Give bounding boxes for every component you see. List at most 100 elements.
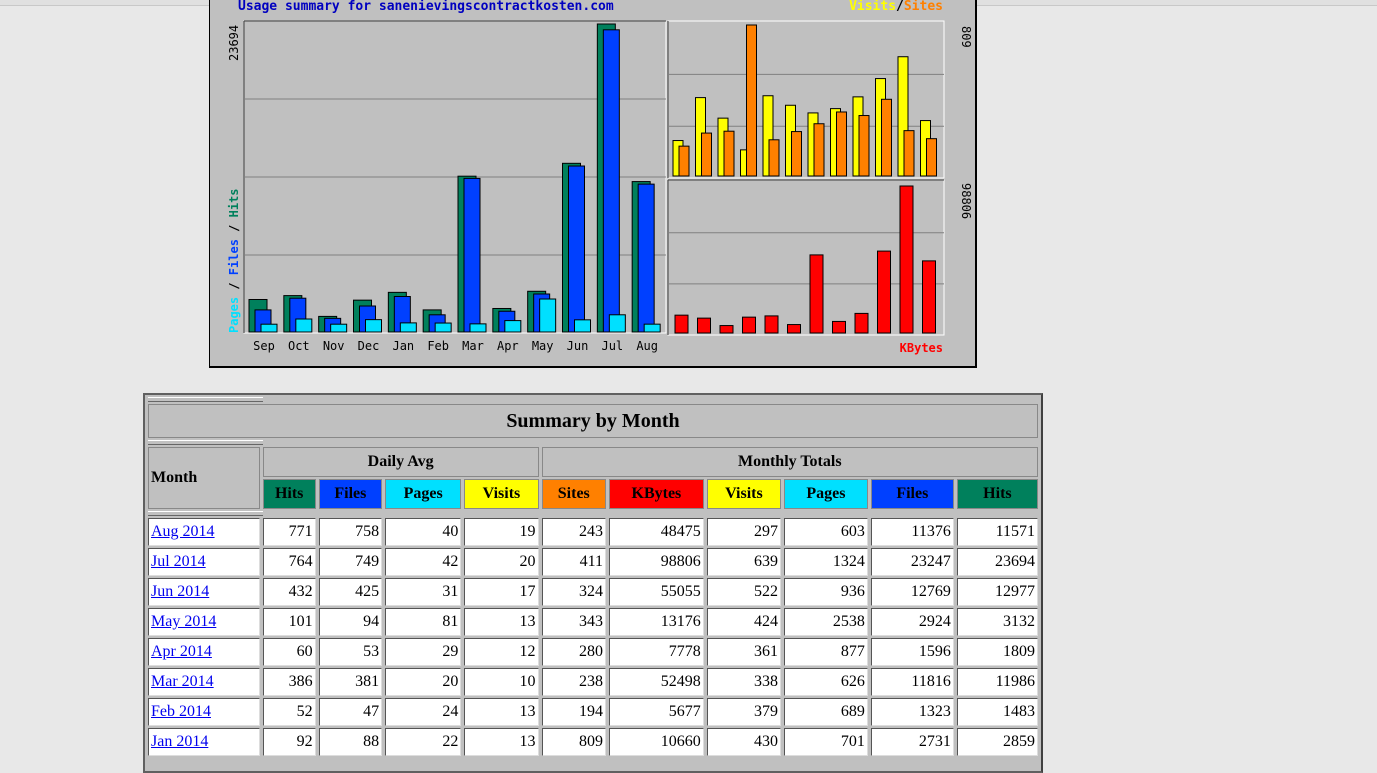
value-cell: 379 — [706, 698, 782, 726]
value-cell: 24 — [385, 698, 462, 726]
value-cell: 2538 — [784, 608, 868, 636]
month-link[interactable]: Jun 2014 — [151, 583, 209, 600]
month-link[interactable]: Aug 2014 — [151, 523, 215, 540]
value-cell: 12977 — [956, 578, 1038, 606]
value-cell: 749 — [318, 548, 383, 576]
value-cell: 19 — [464, 518, 539, 546]
usage-chart-svg: Usage summary for sanenievingscontractko… — [227, 0, 973, 355]
x-tick-label: Nov — [323, 339, 345, 353]
value-cell: 11376 — [870, 518, 954, 546]
summary-by-month-table: Summary by Month Month Daily Avg Monthly… — [145, 395, 1041, 758]
value-cell: 31 — [385, 578, 462, 606]
x-tick-label: Jun — [567, 339, 589, 353]
value-cell: 430 — [706, 728, 782, 756]
value-cell: 280 — [541, 638, 606, 666]
table-row: Jan 2014 92 88 22 13 809 10660 430 701 2731 2859 — [148, 728, 1038, 756]
bar-pages — [365, 319, 382, 333]
value-cell: 324 — [541, 578, 606, 606]
bar-kbytes — [809, 254, 824, 334]
legend-separator: / — [227, 275, 241, 297]
bar-kbytes — [719, 325, 734, 334]
monthly-files-header: Files — [870, 479, 954, 509]
monthly-pages-header: Pages — [784, 479, 868, 509]
value-cell: 771 — [262, 518, 316, 546]
chart-title: Usage summary for sanenievingscontractko… — [238, 0, 614, 14]
bar-sites — [836, 111, 847, 177]
bar-kbytes — [697, 317, 711, 334]
table-row: Apr 2014 60 53 29 12 280 7778 361 877 1596 1809 — [148, 638, 1038, 666]
month-cell: Feb 2014 — [148, 698, 260, 726]
value-cell: 17 — [464, 578, 539, 606]
value-cell: 2731 — [870, 728, 954, 756]
legend-separator: / — [227, 217, 241, 239]
table-row: Jun 2014 432 425 31 17 324 55055 522 936 12769 129… — [148, 578, 1038, 606]
bar-sites — [881, 98, 892, 177]
value-cell: 639 — [706, 548, 782, 576]
value-cell: 386 — [262, 668, 316, 696]
value-cell: 11816 — [870, 668, 954, 696]
bar-sites — [813, 123, 825, 177]
value-cell: 81 — [385, 608, 462, 636]
value-cell: 1323 — [870, 698, 954, 726]
bar-sites — [858, 115, 870, 177]
month-link[interactable]: Feb 2014 — [151, 703, 211, 720]
value-cell: 92 — [262, 728, 316, 756]
bar-files — [637, 183, 655, 333]
value-cell: 701 — [784, 728, 868, 756]
value-cell: 52 — [262, 698, 316, 726]
value-cell: 11986 — [956, 668, 1038, 696]
value-cell: 94 — [318, 608, 383, 636]
table-row: Jul 2014 764 749 42 20 411 98806 639 1324 23247 23… — [148, 548, 1038, 576]
bar-sites — [903, 130, 915, 177]
value-cell: 60 — [262, 638, 316, 666]
month-link[interactable]: Jul 2014 — [151, 553, 206, 570]
value-cell: 48475 — [609, 518, 704, 546]
x-tick-label: Aug — [636, 339, 658, 353]
month-link[interactable]: Jan 2014 — [151, 733, 208, 750]
bar-pages — [260, 323, 278, 333]
value-cell: 1809 — [956, 638, 1038, 666]
bar-files — [602, 29, 620, 333]
bar-kbytes — [674, 314, 689, 334]
value-cell: 194 — [541, 698, 606, 726]
table-separator — [148, 397, 1038, 402]
value-cell: 13 — [464, 608, 539, 636]
month-link[interactable]: Apr 2014 — [151, 643, 212, 660]
month-column-header: Month — [148, 447, 260, 509]
value-cell: 338 — [706, 668, 782, 696]
usage-chart: Usage summary for sanenievingscontractko… — [209, 0, 977, 368]
bar-sites — [791, 131, 802, 177]
bar-pages — [574, 319, 591, 333]
table-separator — [148, 440, 1038, 445]
visits-sites-legend: Visits/Sites — [849, 0, 943, 14]
daily-hits-header: Hits — [262, 479, 316, 509]
legend-visits: Visits — [849, 0, 896, 14]
value-cell: 424 — [706, 608, 782, 636]
month-link[interactable]: May 2014 — [151, 613, 216, 630]
value-cell: 12769 — [870, 578, 954, 606]
legend-pages: Pages — [227, 297, 241, 333]
daily-avg-header: Daily Avg — [262, 447, 539, 477]
value-cell: 11571 — [956, 518, 1038, 546]
bar-pages — [399, 322, 417, 333]
monthly-visits-header: Visits — [706, 479, 782, 509]
month-cell: Jun 2014 — [148, 578, 260, 606]
value-cell: 877 — [784, 638, 868, 666]
main-legend: Pages / Files / Hits — [227, 188, 241, 333]
value-cell: 381 — [318, 668, 383, 696]
table-title: Summary by Month — [148, 404, 1038, 438]
value-cell: 101 — [262, 608, 316, 636]
value-cell: 20 — [385, 668, 462, 696]
bar-sites — [768, 139, 780, 177]
value-cell: 343 — [541, 608, 606, 636]
value-cell: 689 — [784, 698, 868, 726]
value-cell: 13 — [464, 728, 539, 756]
visits-ymax-label: 809 — [959, 26, 973, 48]
value-cell: 13176 — [609, 608, 704, 636]
bar-kbytes — [764, 315, 779, 334]
month-link[interactable]: Mar 2014 — [151, 673, 214, 690]
value-cell: 10 — [464, 668, 539, 696]
daily-files-header: Files — [318, 479, 383, 509]
bar-pages — [330, 323, 348, 333]
value-cell: 2859 — [956, 728, 1038, 756]
